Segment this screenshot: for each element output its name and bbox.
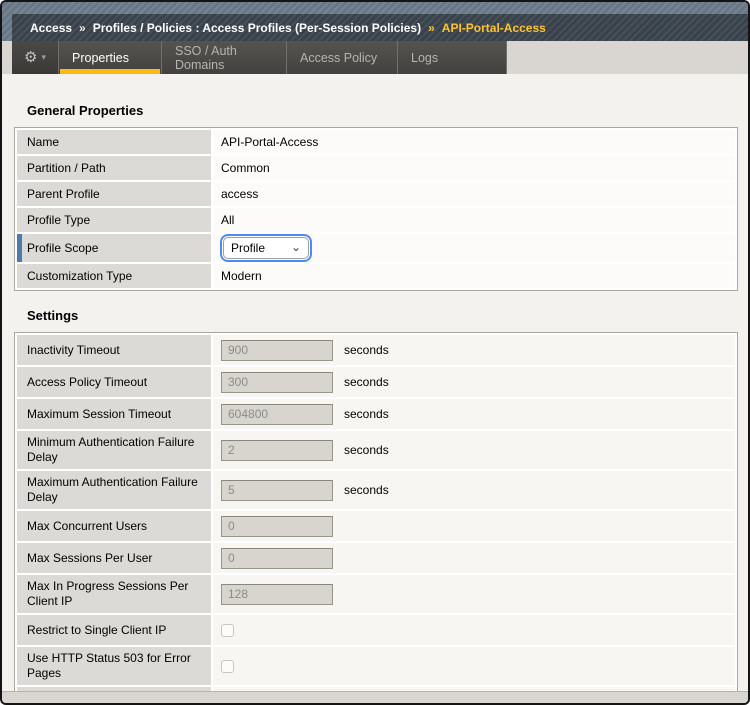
row-label: Inactivity Timeout	[17, 335, 211, 365]
max-concurrent-users-input[interactable]	[221, 516, 333, 537]
table-row: Max In Progress Sessions Per Client IP	[17, 575, 735, 613]
row-label: Max Sessions Per User	[17, 543, 211, 573]
row-label: Name	[17, 130, 211, 154]
app-screen: Access » Profiles / Policies : Access Pr…	[2, 2, 748, 703]
breadcrumb: Access » Profiles / Policies : Access Pr…	[12, 14, 748, 41]
http-503-error-pages-checkbox[interactable]	[221, 660, 234, 673]
chevron-down-icon: ⌄	[291, 244, 301, 251]
row-value	[213, 543, 735, 573]
breadcrumb-section[interactable]: Access	[30, 21, 72, 35]
row-value: seconds	[213, 335, 735, 365]
row-value: access	[213, 182, 735, 206]
row-label: Use HTTP Status 503 for Error Pages	[17, 647, 211, 685]
row-label: Max Concurrent Users	[17, 511, 211, 541]
settings-heading: Settings	[27, 291, 748, 323]
row-label: Profile Type	[17, 208, 211, 232]
inactivity-timeout-input[interactable]	[221, 340, 333, 361]
table-row: Parent Profile access	[17, 182, 735, 206]
row-value: Modern	[213, 264, 735, 288]
table-row: Maximum Session Timeout seconds	[17, 399, 735, 429]
row-value	[213, 575, 735, 613]
max-session-timeout-input[interactable]	[221, 404, 333, 425]
tab-label: Logs	[411, 51, 438, 65]
row-value	[213, 647, 735, 685]
unit-label: seconds	[344, 483, 389, 497]
tab-label: Properties	[72, 51, 129, 65]
table-row: Partition / Path Common	[17, 156, 735, 180]
row-label: Restrict to Single Client IP	[17, 615, 211, 645]
table-row: Max Concurrent Users	[17, 511, 735, 541]
tab-logs[interactable]: Logs	[398, 41, 507, 74]
table-row: Restrict to Single Client IP	[17, 615, 735, 645]
row-value: Profile ⌄	[213, 234, 735, 262]
breadcrumb-current: API-Portal-Access	[442, 21, 546, 35]
table-row: Maximum Authentication Failure Delay sec…	[17, 471, 735, 509]
gear-icon: ⚙	[24, 50, 37, 65]
tab-access-policy[interactable]: Access Policy	[287, 41, 398, 74]
row-label: Maximum Authentication Failure Delay	[17, 471, 211, 509]
row-label: Max In Progress Sessions Per Client IP	[17, 575, 211, 613]
row-label: Profile Scope	[17, 234, 211, 262]
window-frame: Access » Profiles / Policies : Access Pr…	[0, 0, 750, 705]
table-row: Name API-Portal-Access	[17, 130, 735, 154]
breadcrumb-path: Profiles / Policies : Access Profiles (P…	[93, 21, 421, 35]
main-content: General Properties Name API-Portal-Acces…	[2, 74, 748, 691]
min-auth-failure-delay-input[interactable]	[221, 440, 333, 461]
table-row-profile-scope: Profile Scope Profile ⌄	[17, 234, 735, 262]
tab-bar: ⚙ ▾ Properties SSO / Auth Domains Access…	[2, 41, 748, 74]
chevron-down-icon: ▾	[41, 53, 46, 62]
row-value: seconds	[213, 471, 735, 509]
unit-label: seconds	[344, 343, 389, 357]
row-label: Webtop Redirect on Root URI	[17, 687, 211, 691]
table-row: Inactivity Timeout seconds	[17, 335, 735, 365]
settings-table: Inactivity Timeout seconds Access Policy…	[14, 332, 738, 691]
row-label: Access Policy Timeout	[17, 367, 211, 397]
table-row: Access Policy Timeout seconds	[17, 367, 735, 397]
tab-properties[interactable]: Properties	[59, 41, 162, 74]
restrict-single-client-ip-checkbox[interactable]	[221, 624, 234, 637]
unit-label: seconds	[344, 407, 389, 421]
row-value: All	[213, 208, 735, 232]
row-label: Maximum Session Timeout	[17, 399, 211, 429]
footer-strip	[2, 691, 748, 703]
profile-scope-select[interactable]: Profile ⌄	[223, 237, 309, 259]
row-value	[213, 511, 735, 541]
general-properties-heading: General Properties	[27, 74, 748, 118]
unit-label: seconds	[344, 375, 389, 389]
table-row: Max Sessions Per User	[17, 543, 735, 573]
table-row: Profile Type All	[17, 208, 735, 232]
max-auth-failure-delay-input[interactable]	[221, 480, 333, 501]
general-properties-table: Name API-Portal-Access Partition / Path …	[14, 127, 738, 291]
breadcrumb-separator-icon: »	[428, 21, 435, 35]
access-policy-timeout-input[interactable]	[221, 372, 333, 393]
max-sessions-per-user-input[interactable]	[221, 548, 333, 569]
tab-label: SSO / Auth Domains	[175, 44, 273, 72]
row-value	[213, 615, 735, 645]
max-in-progress-sessions-input[interactable]	[221, 584, 333, 605]
row-value: seconds	[213, 367, 735, 397]
row-label: Partition / Path	[17, 156, 211, 180]
breadcrumb-separator-icon: »	[79, 21, 86, 35]
row-value: seconds	[213, 431, 735, 469]
tab-label: Access Policy	[300, 51, 377, 65]
unit-label: seconds	[344, 443, 389, 457]
select-value: Profile	[231, 241, 265, 255]
row-label: Minimum Authentication Failure Delay	[17, 431, 211, 469]
table-row: Customization Type Modern	[17, 264, 735, 288]
row-value: seconds	[213, 399, 735, 429]
gear-menu-button[interactable]: ⚙ ▾	[12, 41, 59, 74]
row-label: Parent Profile	[17, 182, 211, 206]
row-value: Common	[213, 156, 735, 180]
row-label: Customization Type	[17, 264, 211, 288]
table-row: Minimum Authentication Failure Delay sec…	[17, 431, 735, 469]
row-value: API-Portal-Access	[213, 130, 735, 154]
top-banner: Access » Profiles / Policies : Access Pr…	[2, 2, 748, 41]
table-row: Use HTTP Status 503 for Error Pages	[17, 647, 735, 685]
tab-sso-auth-domains[interactable]: SSO / Auth Domains	[162, 41, 287, 74]
